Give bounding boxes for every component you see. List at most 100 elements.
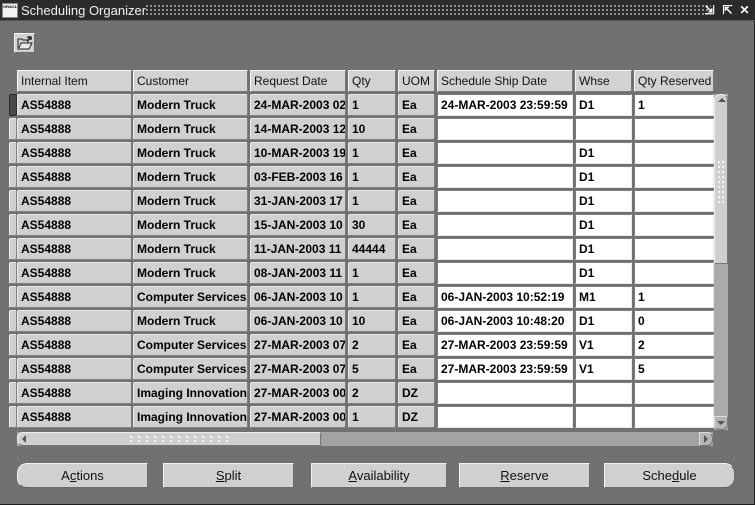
cell-whse[interactable] [575, 118, 632, 140]
cell-customer[interactable]: Computer Services [133, 286, 248, 308]
cell-uom[interactable]: Ea [398, 286, 435, 308]
schedule-button[interactable]: Schedule [604, 463, 735, 488]
cell-customer[interactable]: Modern Truck [133, 94, 248, 116]
cell-customer[interactable]: Imaging Innovations [133, 406, 248, 428]
cell-uom[interactable]: Ea [398, 262, 435, 284]
cell-request-date[interactable]: 10-MAR-2003 19 [250, 142, 346, 164]
cell-request-date[interactable]: 14-MAR-2003 12 [250, 118, 346, 140]
cell-request-date[interactable]: 06-JAN-2003 10 [250, 286, 346, 308]
cell-whse[interactable]: D1 [575, 166, 632, 188]
cell-schedule-ship-date[interactable] [437, 118, 573, 140]
cell-uom[interactable]: DZ [398, 382, 435, 404]
scroll-left-icon[interactable] [22, 435, 26, 443]
cell-whse[interactable]: D1 [575, 142, 632, 164]
cell-qty[interactable]: 10 [348, 310, 396, 332]
cell-whse[interactable]: D1 [575, 214, 632, 236]
cell-qty[interactable]: 1 [348, 286, 396, 308]
cell-qty-reserved[interactable] [634, 238, 714, 260]
cell-request-date[interactable]: 11-JAN-2003 11 [250, 238, 346, 260]
cell-customer[interactable]: Modern Truck [133, 310, 248, 332]
cell-schedule-ship-date[interactable]: 06-JAN-2003 10:52:19 [437, 286, 573, 308]
cell-request-date[interactable]: 27-MAR-2003 00 [250, 382, 346, 404]
cell-qty-reserved[interactable] [634, 118, 714, 140]
cell-whse[interactable] [575, 406, 632, 428]
cell-schedule-ship-date[interactable] [437, 142, 573, 164]
cell-whse[interactable]: D1 [575, 238, 632, 260]
column-header-internal-item[interactable]: Internal Item [17, 70, 132, 92]
title-bar[interactable]: ORACLE Scheduling Organizer ⇲ ⇱ ✕ [0, 0, 755, 21]
cell-uom[interactable]: Ea [398, 190, 435, 212]
cell-customer[interactable]: Modern Truck [133, 118, 248, 140]
open-folder-button[interactable] [14, 33, 35, 53]
cell-qty[interactable]: 1 [348, 166, 396, 188]
cell-internal-item[interactable]: AS54888 [17, 406, 132, 428]
cell-customer[interactable]: Modern Truck [133, 142, 248, 164]
cell-internal-item[interactable]: AS54888 [17, 166, 132, 188]
cell-request-date[interactable]: 24-MAR-2003 02 [250, 94, 346, 116]
cell-qty[interactable]: 5 [348, 358, 396, 380]
cell-whse[interactable]: D1 [575, 94, 632, 116]
cell-schedule-ship-date[interactable] [437, 166, 573, 188]
column-header-qty[interactable]: Qty [348, 70, 396, 92]
actions-button[interactable]: Actions [17, 463, 148, 488]
cell-internal-item[interactable]: AS54888 [17, 118, 132, 140]
cell-internal-item[interactable]: AS54888 [17, 310, 132, 332]
scroll-right-button[interactable] [699, 432, 713, 446]
cell-schedule-ship-date[interactable]: 24-MAR-2003 23:59:59 [437, 94, 573, 116]
cell-request-date[interactable]: 27-MAR-2003 00 [250, 406, 346, 428]
cell-schedule-ship-date[interactable] [437, 406, 573, 428]
horizontal-scroll-thumb[interactable] [17, 432, 321, 446]
cell-whse[interactable]: D1 [575, 262, 632, 284]
cell-request-date[interactable]: 31-JAN-2003 17 [250, 190, 346, 212]
cell-internal-item[interactable]: AS54888 [17, 94, 132, 116]
cell-uom[interactable]: Ea [398, 118, 435, 140]
cell-qty[interactable]: 1 [348, 262, 396, 284]
cell-internal-item[interactable]: AS54888 [17, 334, 132, 356]
cell-schedule-ship-date[interactable]: 06-JAN-2003 10:48:20 [437, 310, 573, 332]
cell-schedule-ship-date[interactable] [437, 214, 573, 236]
minimize-icon[interactable]: ⇲ [703, 3, 716, 17]
cell-qty[interactable]: 2 [348, 334, 396, 356]
cell-internal-item[interactable]: AS54888 [17, 382, 132, 404]
close-icon[interactable]: ✕ [738, 3, 751, 17]
cell-schedule-ship-date[interactable] [437, 190, 573, 212]
cell-customer[interactable]: Modern Truck [133, 214, 248, 236]
cell-qty[interactable]: 44444 [348, 238, 396, 260]
cell-schedule-ship-date[interactable] [437, 382, 573, 404]
cell-qty-reserved[interactable] [634, 214, 714, 236]
cell-qty-reserved[interactable] [634, 190, 714, 212]
cell-uom[interactable]: Ea [398, 166, 435, 188]
cell-request-date[interactable]: 15-JAN-2003 10 [250, 214, 346, 236]
cell-request-date[interactable]: 27-MAR-2003 07 [250, 334, 346, 356]
split-button[interactable]: Split [163, 463, 294, 488]
cell-uom[interactable]: Ea [398, 310, 435, 332]
cell-internal-item[interactable]: AS54888 [17, 214, 132, 236]
cell-whse[interactable]: V1 [575, 334, 632, 356]
cell-internal-item[interactable]: AS54888 [17, 238, 132, 260]
cell-qty-reserved[interactable] [634, 166, 714, 188]
column-header-schedule-ship-date[interactable]: Schedule Ship Date [437, 70, 573, 92]
cell-qty-reserved[interactable] [634, 406, 714, 428]
cell-qty[interactable]: 1 [348, 142, 396, 164]
cell-qty[interactable]: 30 [348, 214, 396, 236]
cell-qty-reserved[interactable] [634, 262, 714, 284]
cell-internal-item[interactable]: AS54888 [17, 358, 132, 380]
cell-uom[interactable]: Ea [398, 142, 435, 164]
cell-customer[interactable]: Modern Truck [133, 190, 248, 212]
cell-qty-reserved[interactable] [634, 382, 714, 404]
cell-whse[interactable] [575, 382, 632, 404]
cell-customer[interactable]: Computer Services [133, 334, 248, 356]
cell-qty[interactable]: 10 [348, 118, 396, 140]
cell-qty-reserved[interactable]: 5 [634, 358, 714, 380]
cell-schedule-ship-date[interactable] [437, 238, 573, 260]
cell-request-date[interactable]: 06-JAN-2003 10 [250, 310, 346, 332]
availability-button[interactable]: Availability [311, 463, 447, 488]
cell-schedule-ship-date[interactable]: 27-MAR-2003 23:59:59 [437, 334, 573, 356]
cell-customer[interactable]: Imaging Innovations [133, 382, 248, 404]
cell-uom[interactable]: DZ [398, 406, 435, 428]
vertical-scroll-thumb[interactable] [714, 94, 728, 264]
cell-internal-item[interactable]: AS54888 [17, 286, 132, 308]
scroll-up-icon[interactable] [718, 98, 726, 102]
horizontal-scrollbar[interactable] [17, 432, 713, 446]
column-header-qty-reserved[interactable]: Qty Reserved [634, 70, 714, 92]
